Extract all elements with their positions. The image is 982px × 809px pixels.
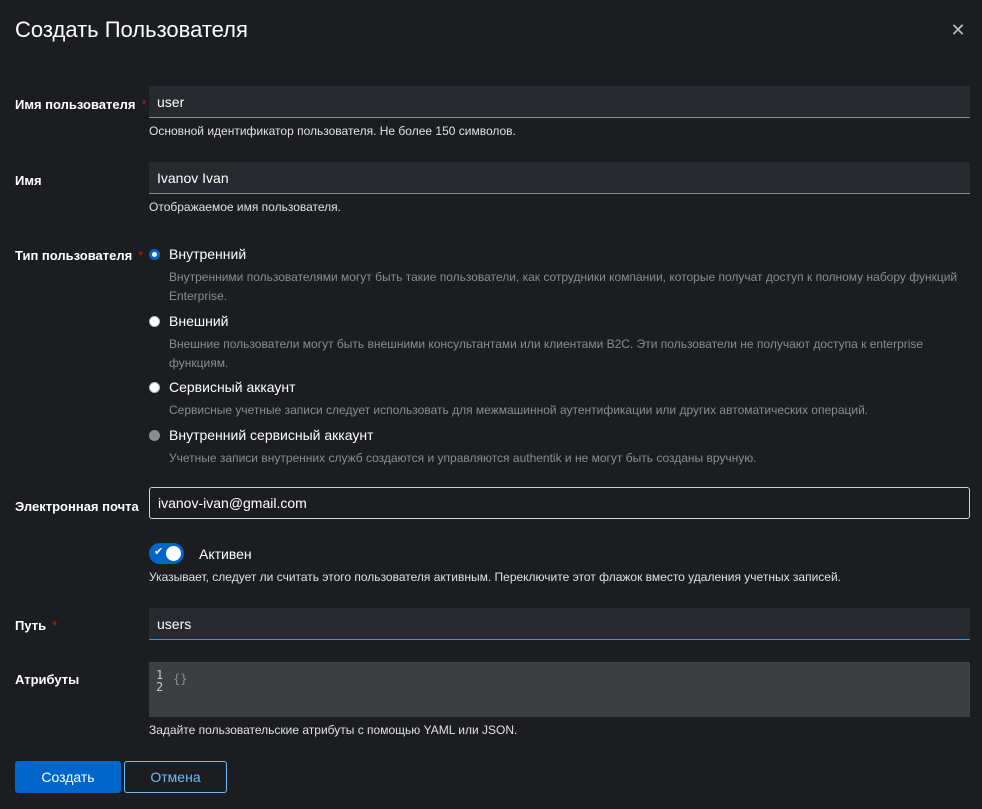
path-label: Путь * [15, 618, 57, 633]
line-numbers: 1 2 [156, 669, 163, 693]
radio-button[interactable] [149, 382, 160, 393]
radio-label: Внутренний сервисный аккаунт [169, 427, 374, 443]
attributes-helper: Задайте пользовательские атрибуты с помо… [149, 723, 518, 737]
username-input[interactable] [149, 86, 970, 118]
name-helper: Отображаемое имя пользователя. [149, 200, 342, 214]
line-number: 2 [156, 680, 164, 694]
radio-description: Внешние пользователи могут быть внешними… [169, 337, 924, 370]
close-icon[interactable]: ✕ [950, 21, 966, 39]
path-label-text: Путь [15, 618, 47, 633]
email-label: Электронная почта [15, 499, 139, 514]
check-icon: ✔ [154, 546, 164, 558]
user-type-label: Тип пользователя * [15, 248, 143, 263]
attributes-code-editor[interactable]: 1 2 {} [149, 662, 970, 717]
active-helper: Указывает, следует ли считать этого поль… [149, 570, 841, 584]
radio-description: Сервисные учетные записи следует использ… [169, 403, 869, 417]
radio-description: Внутренними пользователями могут быть та… [169, 270, 958, 303]
radio-button-checked[interactable] [149, 249, 160, 260]
dialog-title: Создать Пользователя [15, 17, 248, 42]
name-label: Имя [15, 173, 42, 188]
radio-description: Учетные записи внутренних служб создаютс… [169, 451, 757, 465]
required-marker: * [138, 248, 144, 263]
radio-label: Внешний [169, 313, 229, 329]
username-label: Имя пользователя * [15, 97, 147, 112]
cancel-button[interactable]: Отмена [124, 761, 227, 793]
active-toggle-label: Активен [199, 546, 252, 562]
required-marker: * [52, 618, 58, 633]
user-type-label-text: Тип пользователя [15, 248, 133, 263]
username-helper: Основной идентификатор пользователя. Не … [149, 124, 516, 138]
radio-button[interactable] [149, 316, 160, 327]
create-button[interactable]: Создать [15, 761, 121, 793]
radio-label: Сервисный аккаунт [169, 379, 296, 395]
attributes-label: Атрибуты [15, 672, 80, 687]
active-toggle[interactable]: ✔ [149, 543, 184, 564]
username-label-text: Имя пользователя [15, 97, 136, 112]
radio-button-disabled [149, 430, 160, 441]
toggle-knob [166, 546, 181, 561]
code-content[interactable]: {} [173, 672, 187, 686]
path-input[interactable] [149, 608, 970, 640]
radio-label: Внутренний [169, 246, 247, 262]
required-marker: * [141, 97, 147, 112]
email-input[interactable] [149, 487, 970, 519]
name-input[interactable] [149, 162, 970, 194]
